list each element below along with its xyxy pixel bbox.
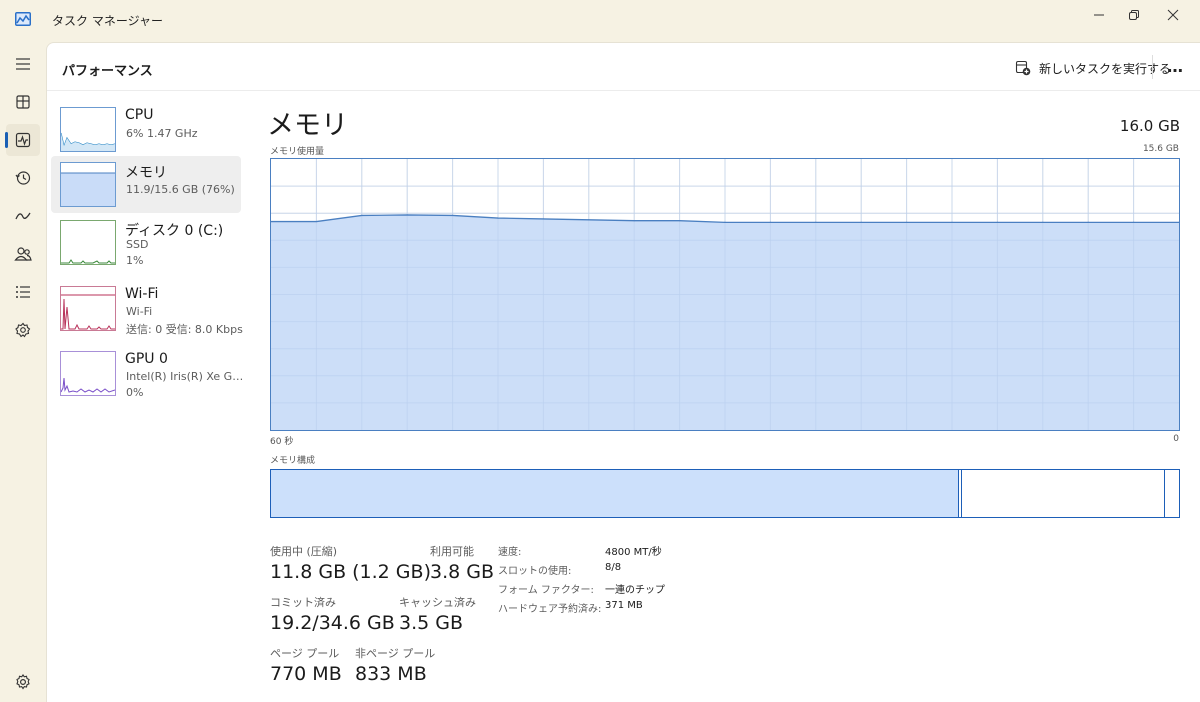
spec-value: 一連のチップ [605,585,665,596]
services-icon[interactable] [6,314,40,346]
device-name: CPU [125,107,154,123]
usage-point [951,221,953,224]
usage-max-label: 15.6 GB [1142,144,1179,154]
task-manager-app-icon [15,11,31,26]
spec-key: 速度: [498,547,522,558]
available-value: 3.8 GB [430,561,495,583]
usage-point [815,221,817,224]
axis-left-label: 60 秒 [270,437,294,447]
device-item-disk[interactable]: ディスク 0 (C:) SSD 1% [51,214,241,271]
device-name: ディスク 0 (C:) [125,223,224,239]
usage-point [633,220,635,222]
memory-thumbnail-graph [60,162,116,207]
nonpaged-pool-label: 非ページ プール [355,647,436,660]
usage-point [588,219,590,221]
usage-point [769,221,771,224]
device-sub: Intel(R) Iris(R) Xe Grap... [126,370,244,383]
usage-chart-svg [270,159,1180,430]
app-history-icon[interactable] [6,162,40,194]
cpu-thumbnail-graph [60,107,116,152]
usage-point [361,214,363,217]
committed-label: コミット済み [270,596,336,609]
device-sub: 送信: 0 受信: 8.0 Kbps [126,323,243,336]
committed-value: 19.2/34.6 GB [270,612,395,634]
more-options-button[interactable]: … [1167,57,1184,76]
usage-point [679,220,681,222]
usage-point [1087,221,1089,224]
navigation-rail [0,40,46,702]
usage-point [542,218,544,220]
main-panel: パフォーマンス 新しいタスクを実行する … CPU 6% 1.47 GHz メモ… [46,42,1200,702]
cached-label: キャッシュ済み [399,596,476,609]
spec-key: スロットの使用: [498,566,572,577]
close-button[interactable] [1150,0,1196,30]
detail-title: メモリ [267,110,348,141]
available-label: 利用可能 [430,545,474,558]
device-name: GPU 0 [125,351,168,367]
in-use-value: 11.8 GB (1.2 GB) [270,561,431,583]
page-title: パフォーマンス [62,64,153,79]
spec-value: 8/8 [605,562,622,573]
startup-apps-icon[interactable] [6,200,40,232]
device-sub: 6% 1.47 GHz [126,127,198,140]
usage-point [996,221,999,224]
performance-icon[interactable] [5,124,40,156]
usage-point [906,221,908,224]
run-task-icon [1015,60,1031,76]
usage-point [315,220,317,223]
memory-composition-bar [270,469,1180,518]
run-new-task-button[interactable]: 新しいタスクを実行する [1015,57,1171,79]
page-header: パフォーマンス 新しいタスクを実行する … [47,43,1200,91]
window-title: タスク マネージャー [52,14,163,28]
spec-value: 4800 MT/秒 [605,547,662,558]
memory-usage-chart [270,158,1180,431]
device-sub: SSD [126,238,149,251]
usage-point [860,221,862,224]
header-divider [1152,55,1153,79]
device-sub: Wi-Fi [126,305,153,318]
axis-right-label: 0 [1173,434,1179,444]
device-sub: 1% [126,254,144,267]
processes-icon[interactable] [6,86,40,118]
device-sub: 0% [126,386,144,399]
usage-point [1042,221,1044,224]
spec-value: 371 MB [605,600,643,611]
in-use-label: 使用中 (圧縮) [270,545,338,558]
usage-label: メモリ使用量 [270,147,325,157]
device-item-gpu[interactable]: GPU 0 Intel(R) Iris(R) Xe Grap... 0% [51,345,244,402]
usage-point [452,214,454,217]
gpu-thumbnail-graph [60,351,116,396]
users-icon[interactable] [6,238,40,270]
spec-key: ハードウェア予約済み: [498,604,602,615]
wifi-thumbnail-graph [60,286,116,331]
device-item-memory[interactable]: メモリ 11.9/15.6 GB (76%) [51,156,241,213]
hamburger-menu-icon[interactable] [6,48,40,80]
device-name: メモリ [125,165,167,181]
device-name: Wi-Fi [125,286,159,302]
composition-free [1164,470,1165,517]
paged-pool-value: 770 MB [270,663,342,685]
spec-key: フォーム ファクター: [498,585,594,596]
usage-point [406,214,408,216]
details-icon[interactable] [6,276,40,308]
composition-label: メモリ構成 [270,456,316,466]
composition-modified [961,470,962,517]
paged-pool-label: ページ プール [270,647,340,660]
device-item-wifi[interactable]: Wi-Fi Wi-Fi 送信: 0 受信: 8.0 Kbps [51,280,243,337]
device-item-cpu[interactable]: CPU 6% 1.47 GHz [51,101,241,158]
title-bar: タスク マネージャー [0,0,1200,40]
nonpaged-pool-value: 833 MB [355,663,427,685]
cached-value: 3.5 GB [399,612,464,634]
composition-in-use [271,470,959,517]
settings-icon[interactable] [6,666,40,698]
usage-point [497,217,499,219]
device-sub: 11.9/15.6 GB (76%) [126,183,235,196]
usage-point [724,221,726,224]
disk-thumbnail-graph [60,220,116,265]
memory-total: 16.0 GB [1119,117,1180,135]
usage-point [1133,221,1135,224]
